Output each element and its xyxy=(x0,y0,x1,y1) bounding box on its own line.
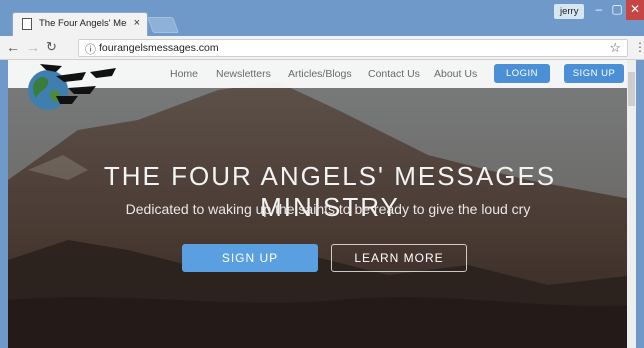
tab-close-icon[interactable]: × xyxy=(134,17,140,29)
hero-learn-more-button[interactable]: LEARN MORE xyxy=(331,244,467,272)
site-info-icon[interactable]: ⓘ xyxy=(85,41,96,57)
close-window-icon[interactable]: ✕ xyxy=(626,0,644,20)
login-button[interactable]: LOGIN xyxy=(494,64,550,83)
page-scrollbar[interactable] xyxy=(627,60,636,348)
minimize-icon[interactable]: – xyxy=(590,0,608,20)
nav-contact-link[interactable]: Contact Us xyxy=(368,68,420,80)
browser-toolbar: ← → ↻ ⓘ fourangelsmessages.com ☆ ⋮ xyxy=(0,36,644,60)
browser-tab[interactable]: The Four Angels' Messag × xyxy=(12,12,148,36)
page-icon xyxy=(22,18,32,30)
hero-subtitle: Dedicated to waking up the saints to be … xyxy=(125,201,531,217)
site-logo[interactable] xyxy=(16,62,166,112)
maximize-icon[interactable]: ▢ xyxy=(608,0,626,20)
user-profile-badge[interactable]: jerry xyxy=(554,4,585,19)
nav-home-link[interactable]: Home xyxy=(170,68,198,80)
web-page: Home Newsletters Articles/Blogs Contact … xyxy=(8,60,636,348)
back-arrow-icon[interactable]: ← xyxy=(6,39,20,55)
new-tab-button[interactable] xyxy=(147,17,179,33)
bookmark-star-icon[interactable]: ☆ xyxy=(609,40,621,56)
browser-menu-icon[interactable]: ⋮ xyxy=(634,40,644,54)
url-text[interactable]: fourangelsmessages.com xyxy=(99,42,219,54)
reload-icon[interactable]: ↻ xyxy=(46,39,57,55)
tab-title: The Four Angels' Messag xyxy=(39,18,127,29)
nav-newsletters-link[interactable]: Newsletters xyxy=(216,68,271,80)
signup-nav-button[interactable]: SIGN UP xyxy=(564,64,624,83)
window-titlebar: The Four Angels' Messag × jerry – ▢ ✕ xyxy=(0,0,644,36)
hero-signup-button[interactable]: SIGN UP xyxy=(182,244,318,272)
scrollbar-thumb[interactable] xyxy=(628,72,635,106)
nav-about-link[interactable]: About Us xyxy=(434,68,477,80)
forward-arrow-icon[interactable]: → xyxy=(26,39,40,55)
nav-articles-link[interactable]: Articles/Blogs xyxy=(288,68,352,80)
address-bar[interactable]: ⓘ fourangelsmessages.com ☆ xyxy=(78,39,628,57)
